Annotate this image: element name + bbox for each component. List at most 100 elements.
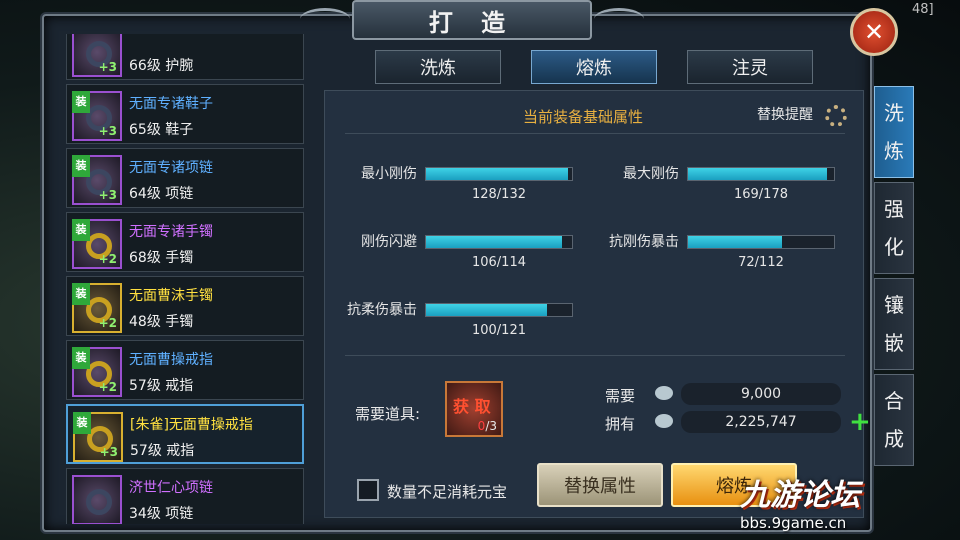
owned-label: 拥有 (605, 415, 636, 433)
equipment-icon: 装 +3 (72, 91, 122, 141)
equipped-badge: 装 (72, 91, 90, 113)
swap-hint-label[interactable]: 替换提醒 (757, 104, 813, 124)
close-icon: ✕ (863, 18, 885, 46)
divider (345, 133, 845, 134)
equipment-name: 无面专诸手镯 (129, 224, 213, 240)
equipment-list-item[interactable]: 装 +3 无面专诸项链 64级 项链 (66, 148, 304, 208)
equipment-icon: +3 (72, 34, 122, 77)
equipment-list-item[interactable]: 装 +3 无面专诸鞋子 65级 鞋子 (66, 84, 304, 144)
stat-bar (687, 167, 835, 181)
close-button[interactable]: ✕ (850, 8, 898, 56)
equipment-level: 65级 鞋子 (129, 122, 194, 138)
attribute-panel: 当前装备基础属性 替换提醒 最小刚伤 128/132 最大刚伤 169/178 刚伤闪避… (324, 90, 871, 518)
equipment-list-item[interactable]: 装 +2 无面曹沫手镯 48级 手镯 (66, 276, 304, 336)
silver-coin-icon (655, 386, 673, 400)
side-tab-refine[interactable]: 洗炼 (874, 86, 914, 178)
equipment-level: 68级 手镯 (129, 250, 194, 266)
corner-number: 48] (912, 2, 934, 17)
stat-bar (687, 235, 835, 249)
equipment-list-item[interactable]: 装 +3 [朱雀]无面曹操戒指 57级 戒指 (66, 404, 304, 464)
owned-value: 2,225,747 (681, 411, 841, 433)
stat-value: 100/121 (471, 323, 526, 338)
watermark-url: bbs.9game.cn (740, 514, 847, 532)
enhance-level: +2 (98, 252, 117, 266)
stat-bar (425, 167, 573, 181)
equipment-level: 66级 护腕 (129, 58, 194, 74)
stat-bar-fill (426, 168, 568, 180)
equipment-name: 无面专诸鞋子 (129, 96, 213, 112)
equipment-name: 无面专诸项链 (129, 160, 213, 176)
cost-value: 9,000 (681, 383, 841, 405)
stat-value: 128/132 (471, 187, 526, 202)
enhance-level: +2 (98, 316, 117, 330)
section-title: 当前装备基础属性 (523, 108, 644, 126)
title-ornament-right (594, 8, 644, 30)
side-tab-compose[interactable]: 合成 (874, 374, 914, 466)
equipment-level: 48级 手镯 (129, 314, 194, 330)
enhance-level: +3 (98, 60, 117, 74)
stat-bar-fill (426, 236, 562, 248)
tab-smelt[interactable]: 熔炼 (531, 50, 657, 84)
equipment-list-item[interactable]: 装 +2 无面专诸手镯 68级 手镯 (66, 212, 304, 272)
stat-label: 刚伤闪避 (361, 234, 417, 250)
equipped-badge: 装 (73, 412, 91, 434)
forge-mode-tabs: 洗炼 熔炼 注灵 (375, 50, 813, 84)
equipment-level: 57级 戒指 (130, 443, 195, 459)
silver-coin-icon (655, 414, 673, 428)
side-tab-char: 化 (884, 235, 904, 259)
side-tab-char: 成 (884, 427, 904, 451)
equipment-name: 济世仁心项链 (129, 480, 213, 496)
equipment-name: 无面曹沫手镯 (129, 288, 213, 304)
equipment-list-item[interactable]: 济世仁心项链 34级 项链 (66, 468, 304, 524)
swap-attribute-button[interactable]: 替换属性 (537, 463, 663, 507)
window-title-plate: 打 造 (352, 0, 592, 40)
equipment-list-item[interactable]: 装 +2 无面曹操戒指 57级 戒指 (66, 340, 304, 400)
equipped-badge: 装 (72, 219, 90, 241)
tab-refine[interactable]: 洗炼 (375, 50, 501, 84)
side-tab-char: 洗 (884, 101, 904, 125)
equipped-badge: 装 (72, 283, 90, 305)
side-tab-inlay[interactable]: 镶嵌 (874, 278, 914, 370)
equipment-icon: 装 +2 (72, 219, 122, 269)
add-currency-button[interactable]: + (849, 407, 871, 437)
gear-icon[interactable] (825, 105, 847, 127)
stat-value: 169/178 (733, 187, 788, 202)
enhance-level: +3 (98, 124, 117, 138)
equipped-badge: 装 (72, 347, 90, 369)
item-count: 0/3 (477, 419, 497, 433)
equipment-icon (72, 475, 122, 524)
equipment-level: 57级 戒指 (129, 378, 194, 394)
required-item-slot[interactable]: 获 取 0/3 (445, 381, 503, 437)
equipment-name: [朱雀]无面曹操戒指 (130, 417, 253, 433)
owned-row: 拥有 2,225,747 + (605, 407, 871, 437)
equipment-level: 64级 项链 (129, 186, 194, 202)
get-item-label: 获 取 (453, 397, 491, 416)
side-tab-char: 嵌 (884, 331, 904, 355)
equipment-icon: 装 +2 (72, 347, 122, 397)
tab-infuse[interactable]: 注灵 (687, 50, 813, 84)
side-tab-char: 炼 (884, 139, 904, 163)
stat-bar-fill (688, 168, 827, 180)
side-tab-strengthen[interactable]: 强化 (874, 182, 914, 274)
watermark-brand: 九游论坛 (740, 478, 860, 513)
use-ingot-checkbox[interactable] (357, 479, 379, 501)
enhance-level: +2 (98, 380, 117, 394)
side-tab-bar: 洗炼强化镶嵌合成 (874, 86, 914, 470)
side-tab-char: 镶 (884, 293, 904, 317)
side-tab-char: 合 (884, 389, 904, 413)
stat-label: 抗柔伤暴击 (347, 302, 417, 318)
equipment-list[interactable]: +3 66级 护腕装 +3 无面专诸鞋子 65级 鞋子装 +3 无面专诸项链 64级 项链装 +… (62, 34, 312, 524)
equipment-list-item[interactable]: +3 66级 护腕 (66, 34, 304, 80)
stat-label: 抗刚伤暴击 (609, 234, 679, 250)
stat-bar-fill (426, 304, 547, 316)
stat-value: 106/114 (471, 255, 526, 270)
enhance-level: +3 (98, 188, 117, 202)
stat-label: 最大刚伤 (623, 166, 679, 182)
equipment-level: 34级 项链 (129, 506, 194, 522)
stat-bar (425, 235, 573, 249)
divider (345, 355, 845, 356)
stat-bar-fill (688, 236, 782, 248)
stat-label: 最小刚伤 (361, 166, 417, 182)
equipment-image (86, 489, 112, 515)
use-ingot-label: 数量不足消耗元宝 (387, 483, 508, 501)
